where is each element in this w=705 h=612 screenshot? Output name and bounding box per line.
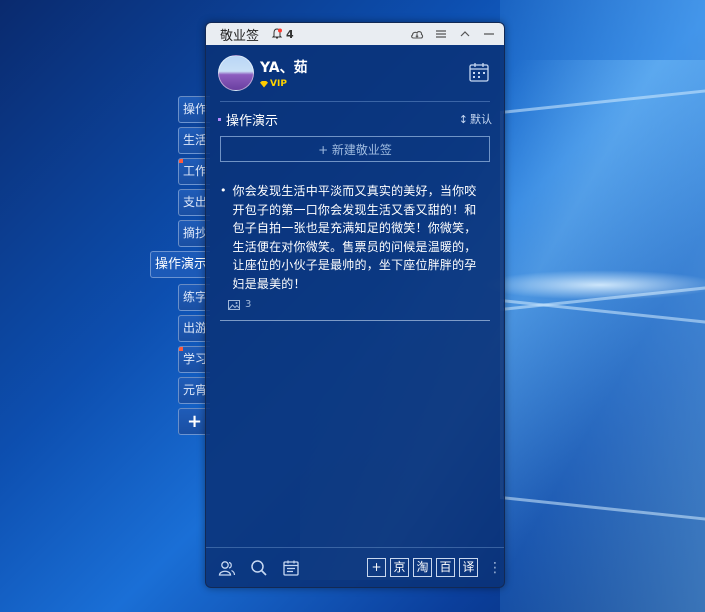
username: YA、茹 [260, 60, 308, 76]
desktop-window-logo-pane [500, 298, 705, 522]
category-header: 操作演示 ↕ 默认 [206, 102, 504, 136]
avatar[interactable] [218, 55, 254, 91]
category-marker [218, 117, 221, 121]
vip-label: VIP [270, 79, 287, 89]
notification-button[interactable]: 4 [271, 28, 294, 41]
category-tab-label: 支出 [183, 195, 208, 209]
note-attachments[interactable]: 3 [228, 299, 504, 310]
category-tab-label: 工作 [183, 164, 208, 178]
category-tab-label: 学习 [183, 352, 208, 366]
sort-label: 默认 [470, 113, 492, 126]
category-tab-label: 操作 [183, 102, 208, 116]
image-count: 3 [245, 299, 252, 310]
desktop-glow [480, 270, 705, 300]
unread-dot [179, 347, 183, 351]
note-divider [220, 320, 490, 321]
category-tab-active[interactable]: 操作演示 [150, 251, 210, 278]
category-tab-label: 操作演示 [155, 257, 208, 272]
new-note-button[interactable]: + 新建敬业签 [220, 136, 490, 162]
note-item[interactable]: • 你会发现生活中平淡而又真实的美好，当你咬开包子的第一口你会发现生活又香又甜的… [206, 162, 504, 293]
more-options-icon[interactable]: ⋮ [488, 561, 502, 575]
minimize-icon[interactable] [482, 28, 496, 40]
notification-count: 4 [286, 27, 294, 41]
category-tab-label: 元宵 [183, 383, 208, 397]
user-profile: YA、茹 VIP [206, 45, 504, 101]
baidu-shortcut-button[interactable]: 百 [436, 558, 455, 577]
diamond-icon [260, 80, 268, 88]
bottom-toolbar: + 京 淘 百 译 ⋮ [206, 547, 504, 587]
taobao-shortcut-button[interactable]: 淘 [413, 558, 432, 577]
window-controls [410, 28, 496, 40]
sort-icon: ↕ [458, 112, 468, 126]
contacts-icon[interactable] [218, 559, 236, 577]
unread-dot [179, 159, 183, 163]
category-tab-label: 出游 [183, 321, 208, 335]
app-title: 敬业签 [220, 28, 260, 44]
calendar-icon[interactable] [468, 61, 490, 83]
add-note-button[interactable]: + [367, 558, 386, 577]
title-bar[interactable]: 敬业签 4 [206, 23, 504, 45]
calendar-list-icon[interactable] [282, 559, 300, 577]
translate-shortcut-button[interactable]: 译 [459, 558, 478, 577]
sticky-notes-window: 敬业签 4 YA、茹 VIP 操作演示 ↕ 默认 + 新建敬业签 • 你会发现生 [205, 22, 505, 588]
collapse-icon[interactable] [458, 28, 472, 40]
note-text[interactable]: 你会发现生活中平淡而又真实的美好，当你咬开包子的第一口你会发现生活又香又甜的！和… [233, 182, 485, 293]
category-tab-label: 生活 [183, 133, 208, 147]
category-tab-label: 摘抄 [183, 226, 208, 240]
category-title: 操作演示 [226, 113, 279, 129]
jd-shortcut-button[interactable]: 京 [390, 558, 409, 577]
vip-badge[interactable]: VIP [260, 79, 308, 89]
image-icon [228, 299, 240, 310]
menu-icon[interactable] [434, 28, 448, 40]
category-tab-label: 练字 [183, 290, 208, 304]
search-icon[interactable] [250, 559, 268, 577]
bell-icon [271, 28, 283, 39]
cloud-sync-icon[interactable] [410, 28, 424, 40]
note-bullet: • [220, 184, 227, 197]
sort-button[interactable]: ↕ 默认 [459, 111, 492, 127]
